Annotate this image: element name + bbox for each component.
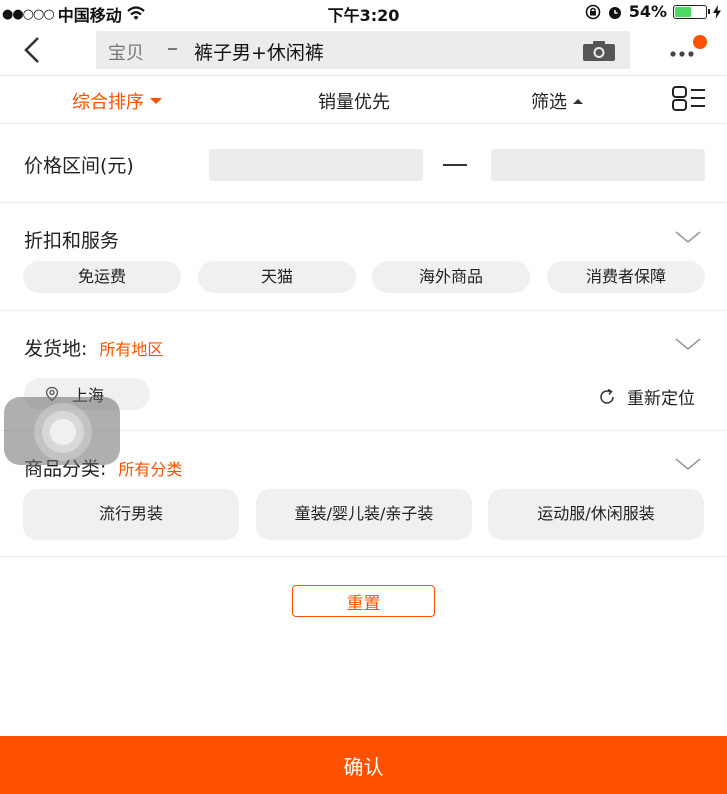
sort-bar: 综合排序 销量优先 筛选 — [0, 76, 727, 124]
service-chip-consumer-protection[interactable]: 消费者保障 — [547, 261, 705, 293]
ship-from-title: 发货地: 所有地区 — [24, 334, 163, 361]
sort-sales-tab[interactable]: 销量优先 — [318, 88, 390, 114]
refresh-icon — [600, 388, 614, 404]
service-chip-free-shipping[interactable]: 免运费 — [23, 261, 181, 293]
list-layout-icon[interactable] — [671, 84, 707, 114]
relocate-label: 重新定位 — [627, 389, 695, 409]
notification-dot-icon — [693, 35, 707, 49]
caret-down-icon — [150, 98, 162, 104]
battery-icon — [673, 4, 710, 19]
back-icon[interactable] — [20, 32, 56, 68]
caret-down-icon[interactable] — [168, 46, 178, 56]
category-chip-kidswear[interactable]: 童装/婴儿装/亲子装 — [256, 489, 472, 540]
category-chip-menswear[interactable]: 流行男装 — [23, 489, 239, 540]
service-chip-tmall[interactable]: 天猫 — [198, 261, 356, 293]
sort-comprehensive-label: 综合排序 — [72, 92, 144, 113]
confirm-button[interactable]: 确认 — [0, 736, 727, 794]
chevron-down-icon[interactable] — [675, 457, 701, 471]
relocate-button[interactable]: 重新定位 — [597, 384, 695, 409]
camera-icon[interactable] — [582, 40, 616, 62]
price-min-input[interactable] — [209, 149, 423, 181]
ship-from-label: 发货地: — [24, 338, 88, 360]
price-range-section: 价格区间(元) — [0, 124, 727, 203]
price-range-dash — [443, 164, 467, 166]
search-query[interactable]: 裤子男+休闲裤 — [194, 38, 324, 65]
category-selected: 所有分类 — [118, 460, 183, 479]
status-bar: ●●○○○ 中国移动 下午3:20 54% — [0, 0, 727, 25]
orientation-lock-icon — [585, 4, 601, 19]
more-icon[interactable] — [667, 32, 709, 62]
assistive-ring-inner — [50, 419, 76, 445]
service-chip-overseas[interactable]: 海外商品 — [372, 261, 530, 293]
category-chip-sportswear[interactable]: 运动服/休闲服装 — [488, 489, 704, 540]
alarm-icon — [608, 6, 621, 19]
assistive-touch-button[interactable] — [4, 397, 120, 465]
price-range-label: 价格区间(元) — [24, 155, 134, 177]
battery-percent: 54% — [628, 2, 667, 21]
search-box[interactable]: 宝贝 裤子男+休闲裤 — [96, 31, 630, 69]
filter-label: 筛选 — [531, 92, 567, 113]
search-type-label[interactable]: 宝贝 — [108, 39, 144, 65]
reset-button[interactable]: 重置 — [292, 585, 435, 617]
battery-level — [675, 6, 692, 17]
discount-service-title: 折扣和服务 — [24, 230, 120, 252]
sort-sales-label: 销量优先 — [318, 92, 390, 113]
status-right: 54% — [585, 2, 721, 21]
caret-up-icon — [573, 98, 583, 104]
chevron-down-icon[interactable] — [675, 230, 701, 244]
charging-icon — [713, 4, 721, 19]
sort-comprehensive-tab[interactable]: 综合排序 — [72, 88, 162, 114]
section-divider — [0, 310, 727, 311]
chevron-down-icon[interactable] — [675, 337, 701, 351]
ship-from-selected: 所有地区 — [99, 340, 164, 359]
section-divider — [0, 556, 727, 557]
search-bar: 宝贝 裤子男+休闲裤 — [0, 24, 727, 76]
price-max-input[interactable] — [491, 149, 705, 181]
filter-tab[interactable]: 筛选 — [531, 88, 583, 114]
